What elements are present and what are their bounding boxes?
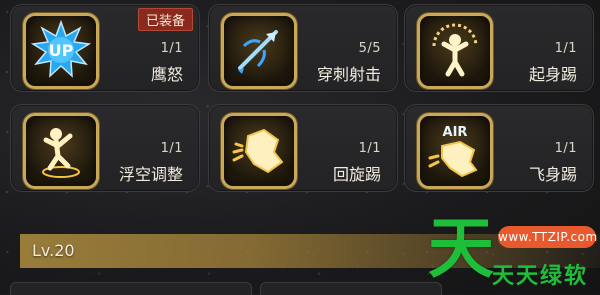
skill-name: 浮空调整 xyxy=(118,165,183,184)
level-label: Lv.20 xyxy=(32,241,75,260)
arrow-shot-icon xyxy=(221,13,297,89)
air-kick-icon: AIR xyxy=(417,113,493,189)
skill-card-piercing-shot[interactable]: 5/5 穿刺射击 xyxy=(208,4,398,92)
skill-name: 回旋踢 xyxy=(332,165,381,184)
skill-name: 飞身踢 xyxy=(528,165,577,184)
skill-count: 5/5 xyxy=(358,41,381,56)
spin-kick-icon xyxy=(221,113,297,189)
watermark-url: www.TTZIP.com xyxy=(498,226,597,248)
skill-count: 1/1 xyxy=(160,41,183,56)
next-row-card-edge xyxy=(10,282,252,295)
skill-card-spin-kick[interactable]: 1/1 回旋踢 xyxy=(208,104,398,192)
float-adjust-icon xyxy=(23,113,99,189)
next-row-card-edge xyxy=(260,282,442,295)
watermark-logo: 天 xyxy=(428,210,494,287)
skill-count: 1/1 xyxy=(554,41,577,56)
up-burst-icon: UP xyxy=(23,13,99,89)
skill-name: 鹰怒 xyxy=(150,65,183,84)
skill-name: 起身踢 xyxy=(528,65,577,84)
rising-figure-icon xyxy=(417,13,493,89)
skill-card-float-adjust[interactable]: 1/1 浮空调整 xyxy=(10,104,200,192)
skill-card-eagle-fury[interactable]: UP 已装备 1/1 鹰怒 xyxy=(10,4,200,92)
watermark-text: 天天绿软 xyxy=(492,264,589,289)
skill-count: 1/1 xyxy=(160,141,183,156)
skill-name: 穿刺射击 xyxy=(316,65,381,84)
skill-count: 1/1 xyxy=(554,141,577,156)
up-text: UP xyxy=(49,41,74,60)
air-text: AIR xyxy=(443,125,468,140)
skill-count: 1/1 xyxy=(358,141,381,156)
skill-card-rising-kick[interactable]: 1/1 起身踢 xyxy=(404,4,594,92)
skill-card-flying-kick[interactable]: AIR 1/1 飞身踢 xyxy=(404,104,594,192)
equipped-badge: 已装备 xyxy=(137,8,193,31)
